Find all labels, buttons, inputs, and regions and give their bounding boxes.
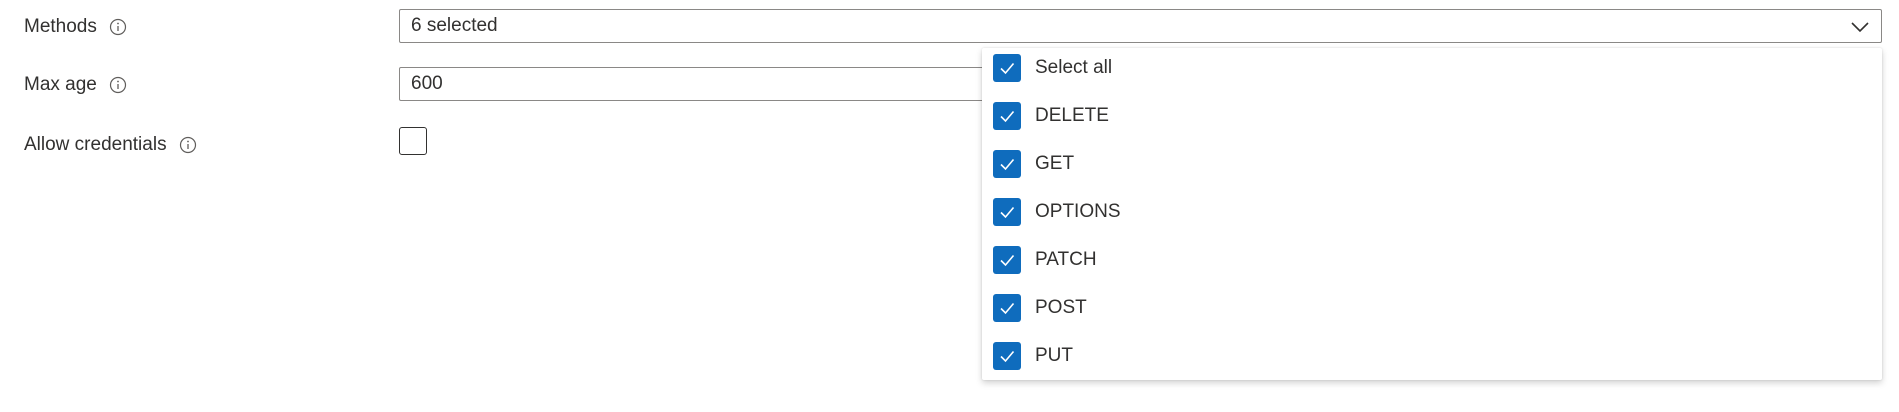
checkbox-checked[interactable] (993, 102, 1021, 130)
checkbox-checked[interactable] (993, 246, 1021, 274)
checkbox-checked[interactable] (993, 294, 1021, 322)
checkmark-icon (1000, 158, 1015, 171)
methods-label-row: Methods (24, 14, 127, 40)
checkbox-checked[interactable] (993, 54, 1021, 82)
methods-dropdown-list: Select all DELETE GET OPTIONS PATCH POST (982, 48, 1882, 380)
checkmark-icon (1000, 110, 1015, 123)
info-icon[interactable] (109, 76, 127, 94)
checkmark-icon (1000, 206, 1015, 219)
checkmark-icon (1000, 302, 1015, 315)
option-patch[interactable]: PATCH (993, 245, 1097, 275)
option-select-all[interactable]: Select all (993, 53, 1112, 83)
option-label: PUT (1035, 345, 1073, 366)
checkbox-checked[interactable] (993, 198, 1021, 226)
option-label: DELETE (1035, 105, 1109, 126)
max-age-value: 600 (411, 73, 443, 94)
chevron-down-icon[interactable] (1849, 16, 1871, 38)
option-post[interactable]: POST (993, 293, 1087, 323)
max-age-label-row: Max age (24, 72, 127, 98)
max-age-label: Max age (24, 74, 97, 95)
allow-credentials-checkbox[interactable] (399, 127, 427, 155)
checkmark-icon (1000, 254, 1015, 267)
option-put[interactable]: PUT (993, 341, 1073, 371)
checkmark-icon (1000, 62, 1015, 75)
allow-credentials-label-row: Allow credentials (24, 132, 197, 158)
allow-credentials-label: Allow credentials (24, 134, 167, 155)
option-label: OPTIONS (1035, 201, 1121, 222)
methods-selected-value: 6 selected (411, 15, 498, 36)
checkbox-checked[interactable] (993, 150, 1021, 178)
checkmark-icon (1000, 350, 1015, 363)
option-get[interactable]: GET (993, 149, 1074, 179)
option-label: Select all (1035, 57, 1113, 78)
option-label: POST (1035, 297, 1087, 318)
option-delete[interactable]: DELETE (993, 101, 1109, 131)
checkbox-checked[interactable] (993, 342, 1021, 370)
option-label: PATCH (1035, 249, 1097, 270)
methods-label: Methods (24, 16, 97, 37)
option-options[interactable]: OPTIONS (993, 197, 1121, 227)
option-label: GET (1035, 153, 1075, 174)
methods-dropdown[interactable]: 6 selected (399, 9, 1882, 43)
info-icon[interactable] (179, 136, 197, 154)
info-icon[interactable] (109, 18, 127, 36)
